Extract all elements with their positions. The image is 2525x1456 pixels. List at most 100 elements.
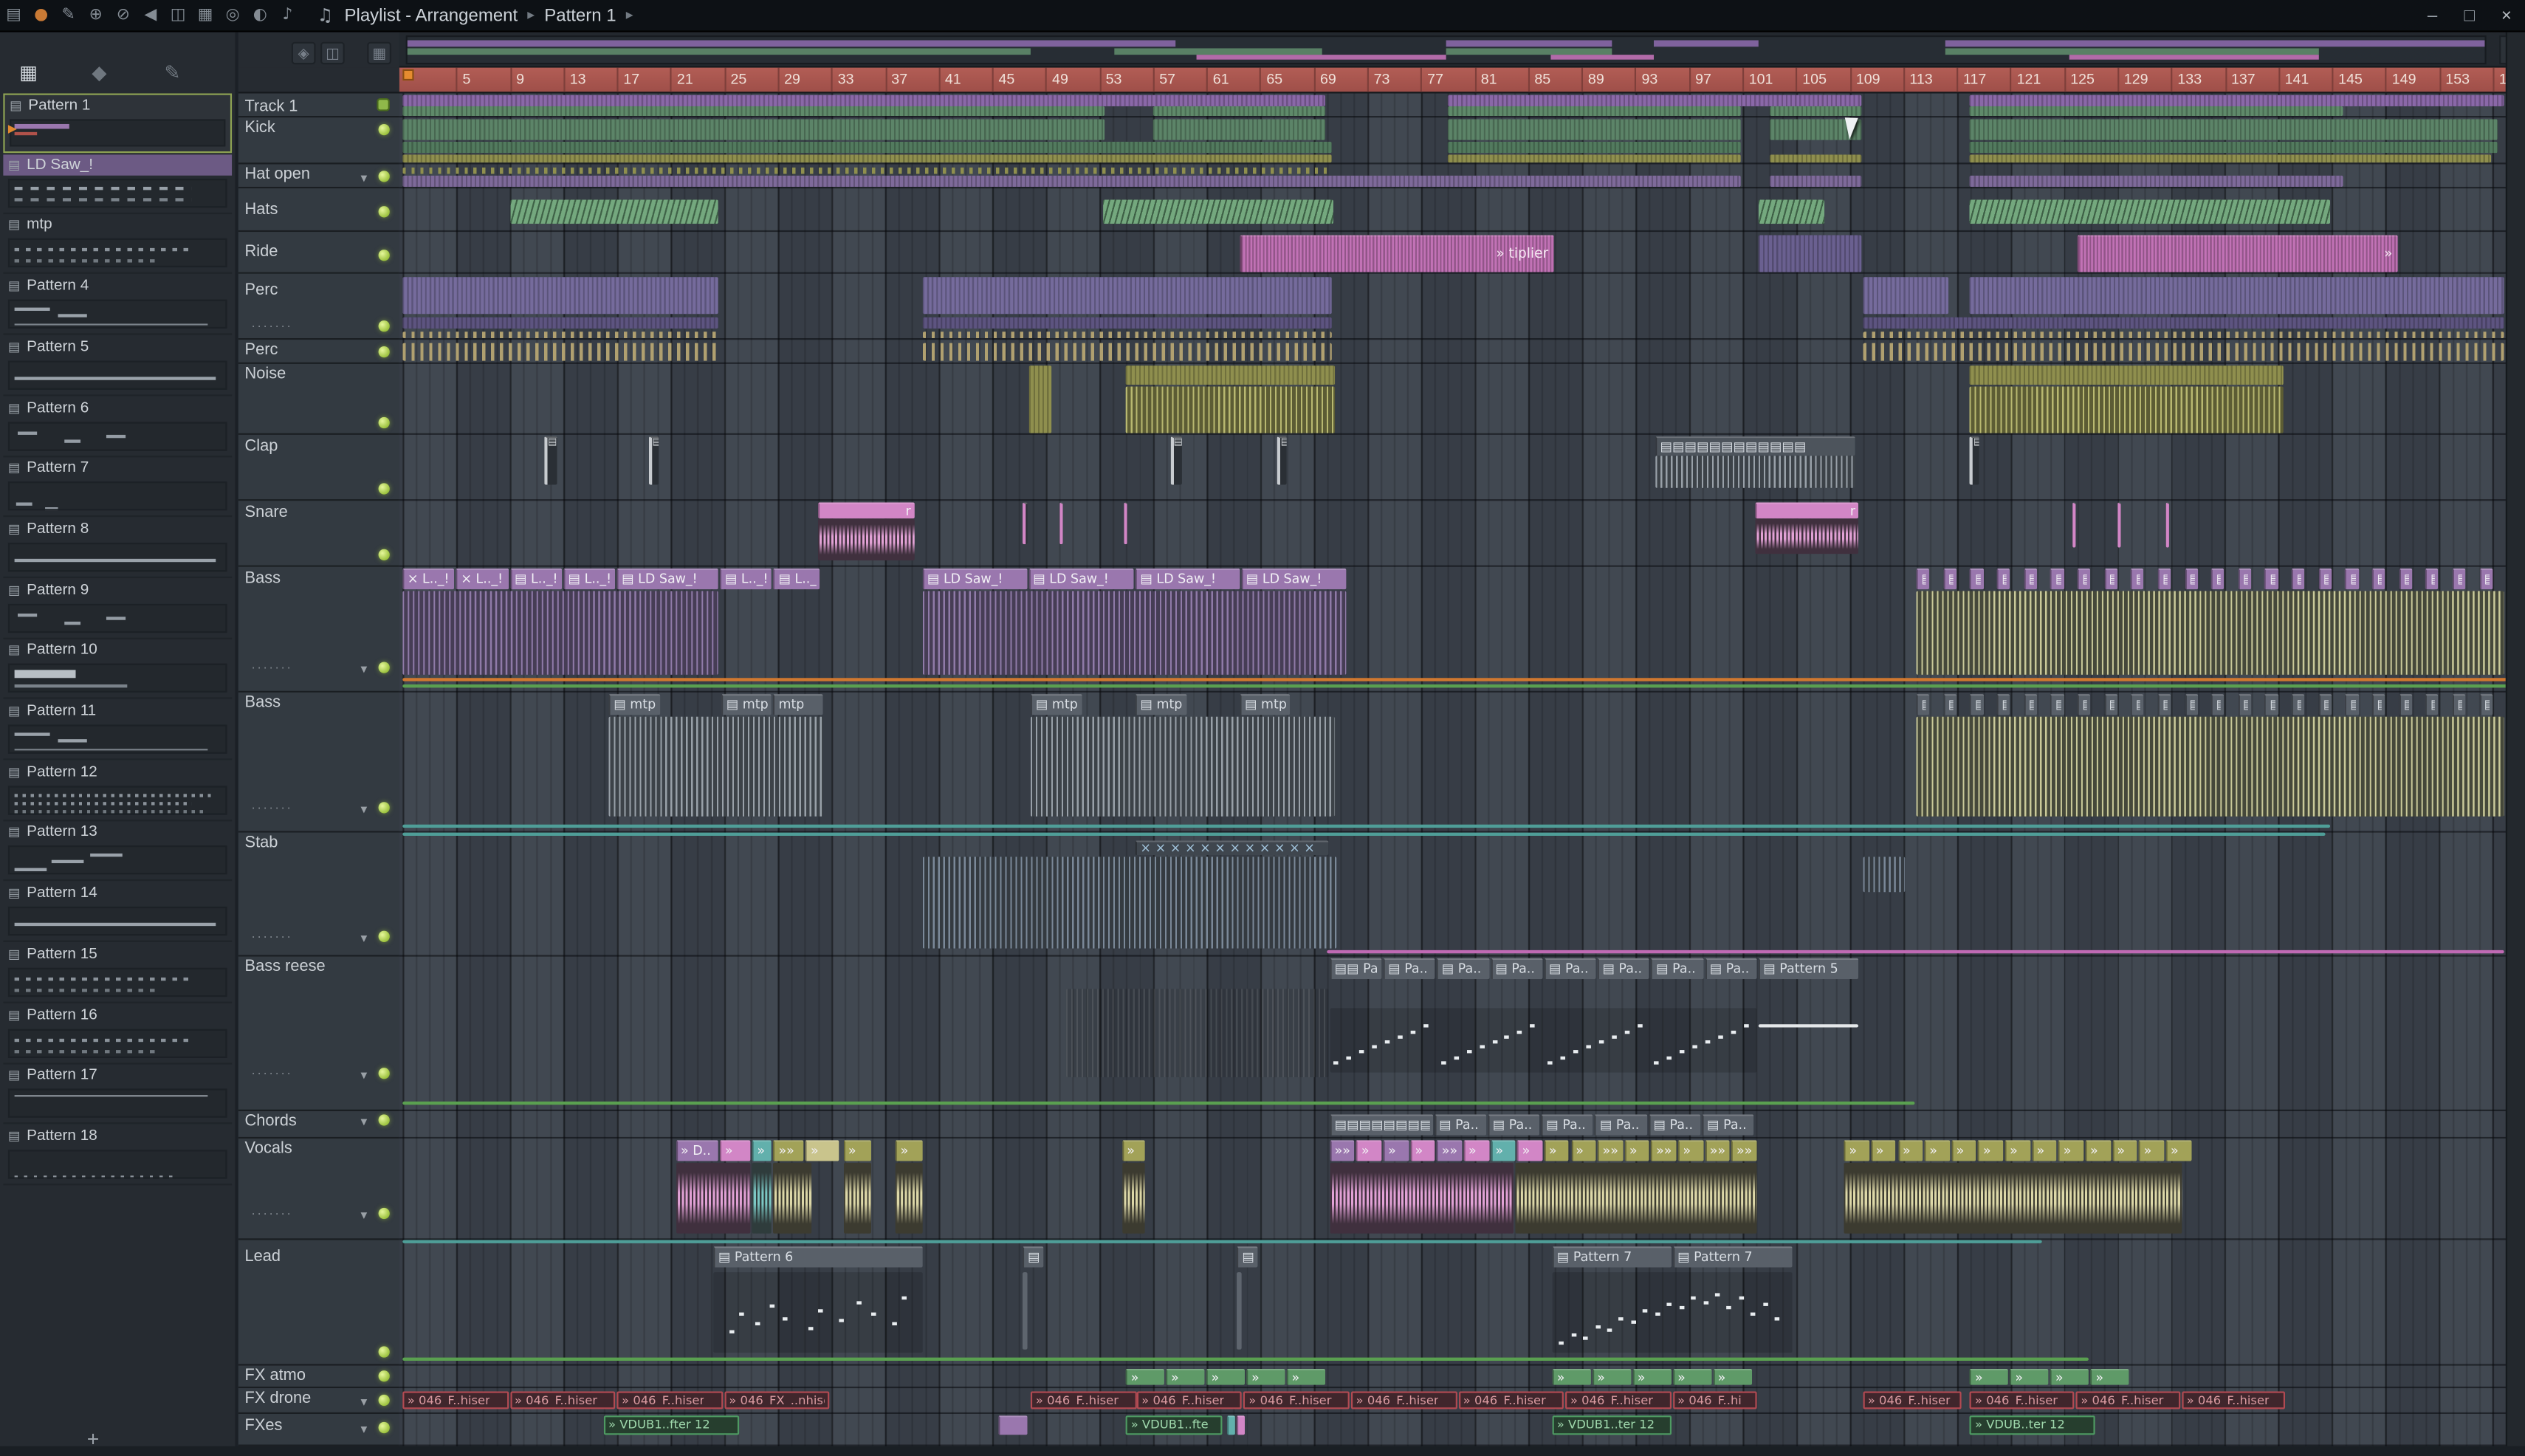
clip-marker[interactable]	[1059, 502, 1063, 545]
audio-clip[interactable]: » 046_F..hiser	[1136, 1391, 1243, 1409]
slip-tool-icon[interactable]: ◫	[164, 7, 191, 24]
pattern-clip[interactable]: ▤ LD Saw_!	[1028, 568, 1134, 590]
mute-led[interactable]	[378, 1394, 390, 1407]
automation-line[interactable]	[1023, 1272, 1027, 1350]
track-header-bass-reese-13[interactable]: Bass reese ······· ▾	[238, 956, 399, 1111]
pattern-clip[interactable]: »	[2031, 1140, 2058, 1161]
audio-clip[interactable]: » 046_F..hiser	[2075, 1391, 2180, 1409]
pattern-clip[interactable]: ▤ mtp	[1240, 694, 1291, 715]
audio-clip[interactable]: »	[2077, 235, 2397, 272]
pattern-clip[interactable]	[1863, 332, 2505, 339]
pattern-clip[interactable]: »	[1713, 1368, 1752, 1385]
pattern-clip[interactable]	[1769, 154, 1862, 163]
pattern-clip[interactable]: ▤	[2425, 694, 2439, 715]
audio-preview-icon[interactable]: ♪	[274, 7, 301, 24]
pattern-clip[interactable]	[1758, 235, 1862, 272]
audio-clip[interactable]: » 046_F..hiser	[1970, 1391, 2075, 1409]
audio-clip[interactable]: » VDUB1..ter 12	[1552, 1415, 1672, 1435]
pattern-clip[interactable]: ▤	[2211, 694, 2225, 715]
pattern-clip[interactable]: ▤ Pattern 7	[1672, 1246, 1792, 1268]
playback-tool-icon[interactable]: ◐	[247, 7, 274, 24]
pattern-clip[interactable]: ▤	[2131, 694, 2144, 715]
mute-led[interactable]	[378, 416, 390, 429]
pattern-clip[interactable]: ▤ Pa..	[1595, 1114, 1647, 1136]
audio-clip[interactable]: » 046_F..hiser	[1243, 1391, 1350, 1409]
pattern-clip[interactable]: ▤ LD Saw_!	[1241, 568, 1346, 590]
audio-clip[interactable]: » VDUB1..fter 12	[603, 1415, 741, 1435]
pattern-clip[interactable]: ▤	[2050, 568, 2064, 590]
pattern-clip[interactable]: »	[1383, 1140, 1409, 1161]
track-collapse-arrow[interactable]: ▾	[361, 662, 368, 676]
clip-marker[interactable]	[2117, 502, 2122, 548]
pattern-clip[interactable]: »	[2139, 1140, 2165, 1161]
automation-line[interactable]	[1758, 1024, 1859, 1028]
playhead-marker[interactable]	[402, 69, 414, 81]
mute-led[interactable]	[378, 1207, 390, 1220]
track-header-bass-11[interactable]: Bass ······· ▾	[238, 692, 399, 833]
track-header-snare-9[interactable]: Snare	[238, 501, 399, 567]
pattern-clip[interactable]: »»	[1597, 1140, 1624, 1161]
pattern-clip[interactable]: »»	[1705, 1140, 1731, 1161]
menu-icon[interactable]: ▤	[0, 7, 27, 24]
pattern-clip[interactable]: »	[2004, 1140, 2030, 1161]
audio-clip[interactable]	[843, 1162, 872, 1234]
audio-clip[interactable]	[1330, 1162, 1514, 1234]
pattern-clip[interactable]: ▤ mtp	[1031, 694, 1082, 715]
pattern-clip[interactable]	[922, 277, 1333, 315]
audio-clip[interactable]: » VDUB1..fte	[1126, 1415, 1223, 1435]
pattern-clip[interactable]: ▤	[2345, 568, 2359, 590]
pattern-clip[interactable]: »	[1206, 1368, 1246, 1385]
close-button[interactable]: ×	[2488, 0, 2525, 32]
audio-clip[interactable]	[1121, 1162, 1145, 1234]
pattern-clip[interactable]	[1447, 141, 1741, 154]
pattern-clip[interactable]	[1970, 141, 2498, 154]
pattern-clip[interactable]: »	[2112, 1140, 2137, 1161]
pattern-clip[interactable]: ▤	[2318, 694, 2332, 715]
pattern-clip[interactable]: ▤	[2371, 568, 2385, 590]
picker-grid-button[interactable]: ▦	[367, 41, 392, 65]
audio-clip[interactable]	[676, 1162, 751, 1234]
track-lane-clap-8[interactable]: ▤▤▤▤▤▤▤▤▤▤▤▤▤▤▤▤▤	[399, 435, 2509, 501]
automation-line[interactable]	[1237, 1272, 1241, 1350]
audio-filter-icon[interactable]: ◆	[92, 61, 106, 84]
pattern-clip[interactable]	[922, 317, 1333, 329]
pattern-clip[interactable]: × L.._!	[402, 568, 455, 590]
pattern-clip[interactable]: »	[1409, 1140, 1435, 1161]
audio-clip[interactable]: » 046_F..hiser	[402, 1391, 509, 1409]
mute-tool-icon[interactable]: ◀	[137, 7, 164, 24]
select-tool-icon[interactable]: ▦	[192, 7, 219, 24]
audio-clip[interactable]	[773, 1162, 813, 1234]
automation-line[interactable]	[402, 832, 2325, 837]
mute-led[interactable]	[378, 483, 390, 495]
track-collapse-arrow[interactable]: ▾	[361, 1208, 368, 1223]
pattern-clip[interactable]: ▤	[2371, 694, 2385, 715]
track-header-fx-drone-18[interactable]: FX drone ▾	[238, 1388, 399, 1415]
pattern-clip[interactable]: »	[2058, 1140, 2084, 1161]
pattern-clip[interactable]: ▤	[2024, 568, 2037, 590]
pattern-clip[interactable]: ▤	[2345, 694, 2359, 715]
pattern-item-11[interactable]: ▤ Pattern 11	[3, 701, 233, 760]
pattern-clip[interactable]	[1103, 199, 1334, 224]
piano-roll-preview[interactable]	[713, 1272, 924, 1353]
pattern-clip[interactable]: ▤ L.._!	[773, 568, 821, 590]
track-header-stab-12[interactable]: Stab ······· ▾	[238, 832, 399, 957]
pattern-clip[interactable]	[1970, 119, 2498, 140]
track-lane-fx-drone-18[interactable]: » 046_F..hiser » 046_F..hiser » 046_F..his…	[399, 1388, 2509, 1415]
mute-led[interactable]	[378, 549, 390, 561]
pattern-clip[interactable]: »	[1356, 1140, 1382, 1161]
pattern-clip[interactable]: ▤ Pa..	[1541, 1114, 1594, 1136]
automation-line[interactable]	[402, 684, 2509, 688]
track-header-bass-10[interactable]: Bass ······· ▾	[238, 566, 399, 693]
track-header-chords-14[interactable]: Chords ▾	[238, 1110, 399, 1139]
pattern-clip[interactable]: × × × × × × × × × × × ×	[1135, 840, 1328, 856]
clip-marker[interactable]: ▤	[544, 436, 557, 485]
pattern-clip[interactable]	[402, 141, 1333, 154]
pattern-clip[interactable]: ▤	[2291, 694, 2305, 715]
pattern-clip[interactable]: ▤ mtp	[608, 694, 662, 715]
track-header-clap-8[interactable]: Clap	[238, 434, 399, 501]
pattern-clip[interactable]	[1769, 106, 1862, 117]
mute-led[interactable]	[378, 250, 390, 261]
pattern-filter-icon[interactable]: ▦	[19, 61, 38, 84]
pattern-clip[interactable]: ▤	[2452, 694, 2466, 715]
automation-line[interactable]	[402, 824, 2331, 828]
